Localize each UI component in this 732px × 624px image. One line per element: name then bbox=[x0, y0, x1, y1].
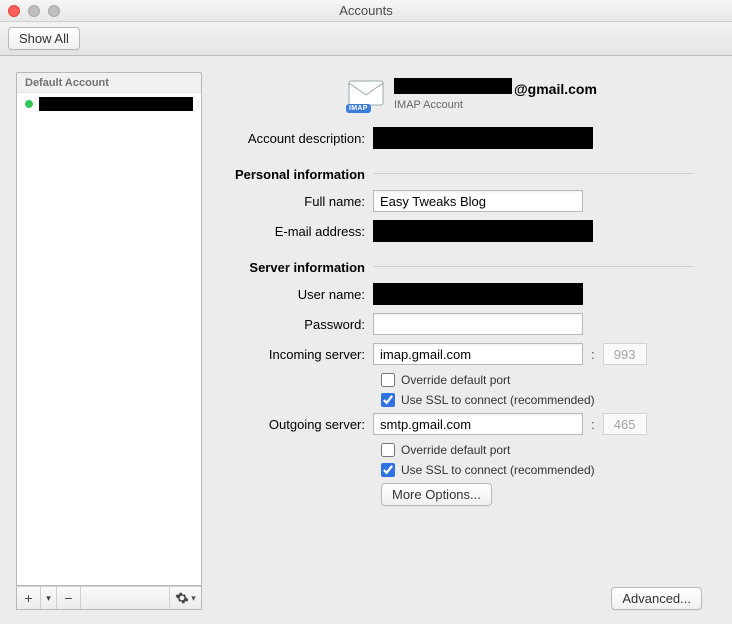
username-label: User name: bbox=[218, 287, 373, 302]
account-row[interactable] bbox=[17, 93, 201, 115]
account-type-label: IMAP Account bbox=[394, 99, 597, 111]
personal-info-section: Personal information bbox=[218, 167, 373, 182]
plus-icon: + bbox=[24, 590, 32, 606]
outgoing-server-field[interactable] bbox=[373, 413, 583, 435]
username-field[interactable] bbox=[373, 283, 583, 305]
outgoing-ssl-checkbox[interactable] bbox=[381, 463, 395, 477]
accounts-sidebar: Default Account + ▾ − ▾ bbox=[16, 72, 202, 610]
account-description-label: Account description: bbox=[218, 131, 373, 146]
minus-icon: − bbox=[64, 590, 72, 606]
imap-badge: IMAP bbox=[346, 104, 371, 113]
more-options-button[interactable]: More Options... bbox=[381, 483, 492, 506]
chevron-down-icon: ▾ bbox=[46, 593, 51, 604]
server-info-section: Server information bbox=[218, 260, 373, 275]
add-menu-button[interactable]: ▾ bbox=[41, 587, 57, 609]
advanced-button[interactable]: Advanced... bbox=[611, 587, 702, 610]
incoming-override-port-label: Override default port bbox=[401, 373, 510, 387]
account-actions-button[interactable]: ▾ bbox=[169, 587, 201, 609]
incoming-ssl-label: Use SSL to connect (recommended) bbox=[401, 393, 595, 407]
incoming-override-port-checkbox[interactable] bbox=[381, 373, 395, 387]
toolbar: Show All bbox=[0, 22, 732, 56]
status-online-icon bbox=[25, 100, 33, 108]
section-divider bbox=[373, 173, 694, 174]
account-group-header: Default Account bbox=[17, 73, 201, 93]
account-email-suffix: @gmail.com bbox=[514, 81, 597, 97]
account-details: IMAP @gmail.com IMAP Account Account des… bbox=[218, 72, 716, 610]
outgoing-override-port-checkbox[interactable] bbox=[381, 443, 395, 457]
email-label: E-mail address: bbox=[218, 224, 373, 239]
show-all-button[interactable]: Show All bbox=[8, 27, 80, 50]
accounts-list[interactable]: Default Account bbox=[16, 72, 202, 586]
incoming-ssl-checkbox[interactable] bbox=[381, 393, 395, 407]
outgoing-override-port-label: Override default port bbox=[401, 443, 510, 457]
password-field[interactable] bbox=[373, 313, 583, 335]
port-separator: : bbox=[583, 347, 603, 362]
outgoing-ssl-label: Use SSL to connect (recommended) bbox=[401, 463, 595, 477]
port-separator: : bbox=[583, 417, 603, 432]
sidebar-footer: + ▾ − ▾ bbox=[16, 586, 202, 610]
account-header: IMAP @gmail.com IMAP Account bbox=[218, 78, 702, 111]
remove-account-button[interactable]: − bbox=[57, 587, 81, 609]
outgoing-port-field bbox=[603, 413, 647, 435]
full-name-label: Full name: bbox=[218, 194, 373, 209]
account-description-field[interactable] bbox=[373, 127, 593, 149]
add-account-button[interactable]: + bbox=[17, 587, 41, 609]
incoming-server-label: Incoming server: bbox=[218, 347, 373, 362]
gear-icon bbox=[175, 591, 189, 605]
full-name-field[interactable] bbox=[373, 190, 583, 212]
incoming-port-field bbox=[603, 343, 647, 365]
section-divider bbox=[373, 266, 694, 267]
email-field[interactable] bbox=[373, 220, 593, 242]
password-label: Password: bbox=[218, 317, 373, 332]
titlebar: Accounts bbox=[0, 0, 732, 22]
account-name-redacted bbox=[39, 97, 193, 111]
mail-icon: IMAP bbox=[348, 80, 384, 110]
window-title: Accounts bbox=[0, 3, 732, 18]
account-email-redacted bbox=[394, 78, 512, 94]
outgoing-server-label: Outgoing server: bbox=[218, 417, 373, 432]
incoming-server-field[interactable] bbox=[373, 343, 583, 365]
chevron-down-icon: ▾ bbox=[191, 593, 196, 604]
